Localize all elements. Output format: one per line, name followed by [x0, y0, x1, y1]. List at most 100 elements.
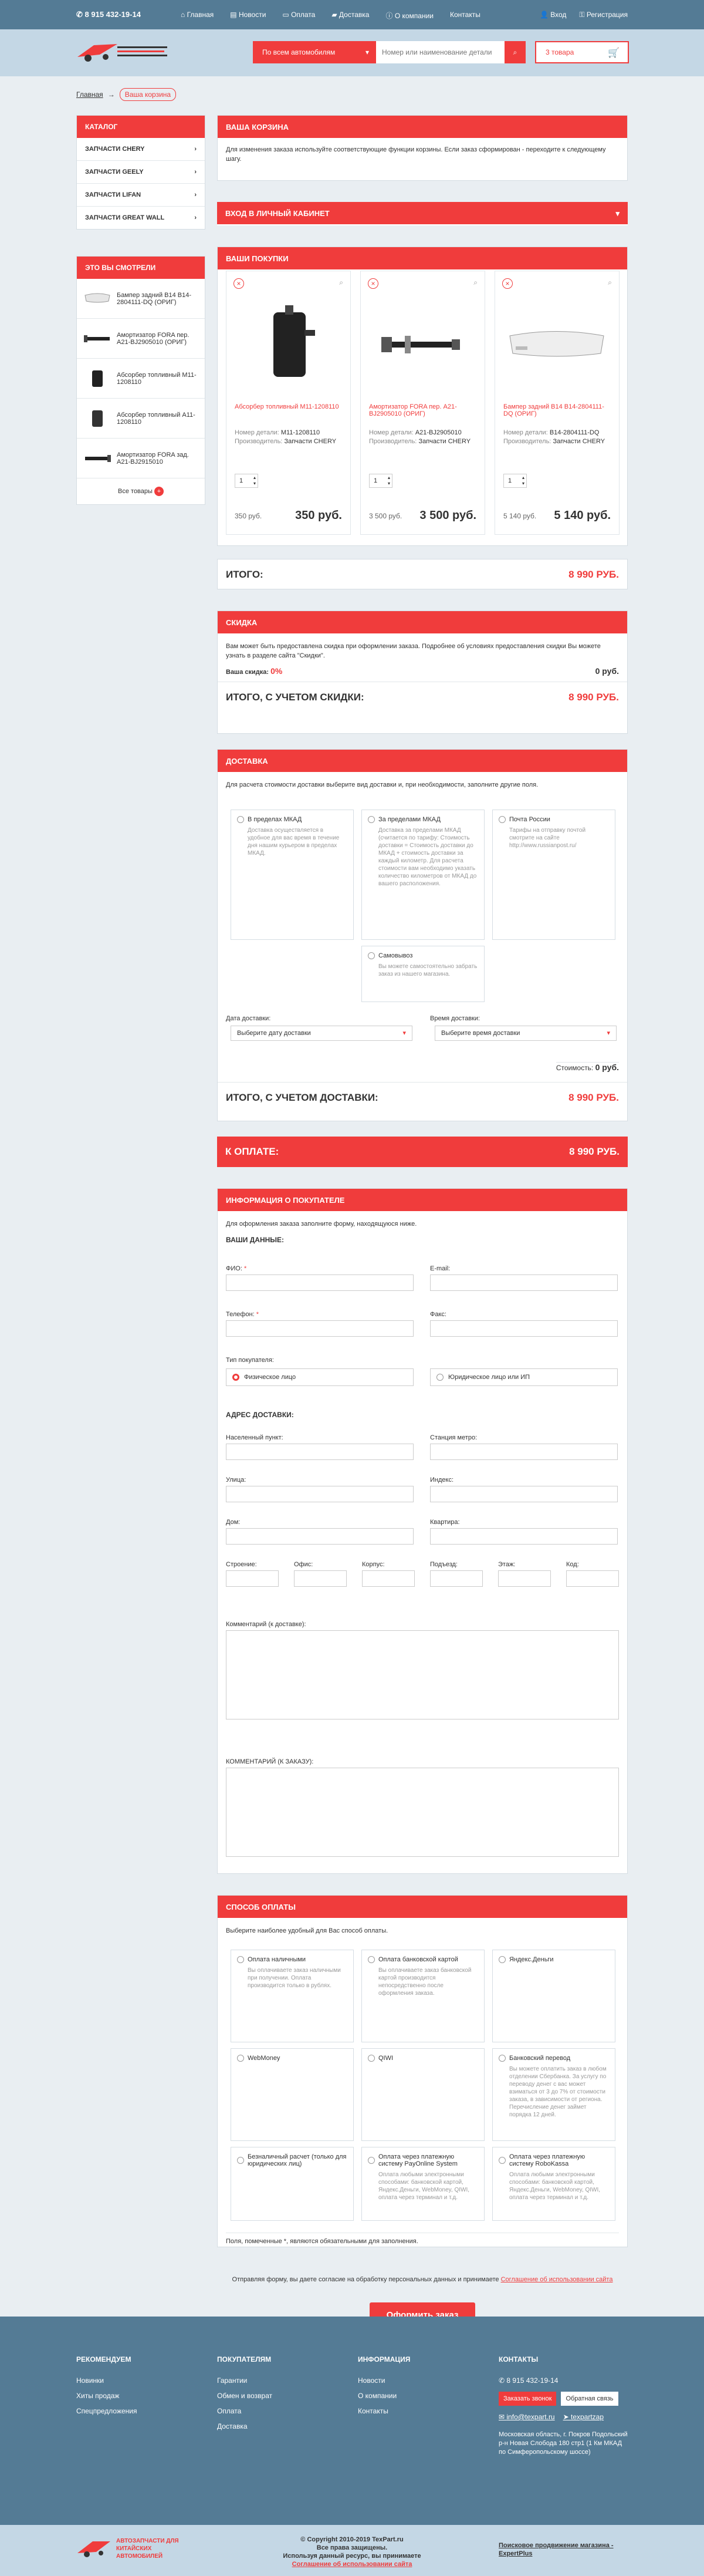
payment-option-webmoney[interactable]: WebMoney: [231, 2048, 354, 2141]
footer-link[interactable]: Новинки: [76, 2373, 137, 2388]
radio-button[interactable]: [237, 2157, 244, 2164]
product-name[interactable]: Амортизатор FORA пер. A21-BJ2905010 (ОРИ…: [369, 403, 475, 417]
viewed-item[interactable]: Абсорбер топливный A11-1208110: [77, 399, 205, 439]
sidebar-item-chery[interactable]: ЗАПЧАСТИ CHERY ›: [77, 138, 205, 161]
footer-link[interactable]: Гарантии: [217, 2373, 272, 2388]
buyer-type-legal[interactable]: Юридическое лицо или ИП: [430, 1368, 618, 1386]
logo[interactable]: [76, 39, 170, 65]
date-select[interactable]: Выберите дату доставки ▾: [231, 1026, 412, 1041]
footer-logo[interactable]: АВТОЗАПЧАСТИ ДЛЯ КИТАЙСКИХ АВТОМОБИЛЕЙ: [76, 2537, 198, 2560]
footer-link[interactable]: Обмен и возврат: [217, 2388, 272, 2403]
footer-link[interactable]: Новости: [358, 2373, 410, 2388]
login-link[interactable]: 👤 Вход: [540, 11, 566, 19]
delivery-option-post[interactable]: Почта России Тарифы на отправку почтой см…: [492, 810, 615, 940]
radio-button[interactable]: [499, 1956, 506, 1963]
radio-button[interactable]: [368, 2157, 375, 2164]
footer-agree-link[interactable]: Соглашение об использовании сайта: [246, 2560, 458, 2568]
cart-button[interactable]: 3 товара 🛒: [535, 41, 629, 63]
nav-news[interactable]: ▤ Новости: [230, 11, 266, 21]
comment-delivery-textarea[interactable]: [226, 1630, 619, 1719]
radio-button[interactable]: [436, 1374, 444, 1381]
radio-button-selected[interactable]: [232, 1374, 239, 1381]
footer-phone[interactable]: ✆ 8 915 432-19-14: [499, 2373, 628, 2388]
radio-button[interactable]: [499, 2055, 506, 2062]
footer-email[interactable]: ✉ info@texpart.ru: [499, 2409, 555, 2425]
entrance-input[interactable]: [430, 1570, 483, 1587]
remove-icon[interactable]: ×: [233, 278, 244, 289]
radio-button[interactable]: [237, 1956, 244, 1963]
building-input[interactable]: [226, 1570, 279, 1587]
call-me-button[interactable]: Заказать звонок: [499, 2392, 557, 2406]
radio-button[interactable]: [368, 2055, 375, 2062]
viewed-item[interactable]: Абсорбер топливный M11-1208110: [77, 359, 205, 399]
sidebar-item-greatwall[interactable]: ЗАПЧАСТИ GREAT WALL ›: [77, 207, 205, 229]
nav-payment[interactable]: ▭ Оплата: [282, 11, 315, 21]
index-input[interactable]: [430, 1486, 618, 1502]
payment-option-card[interactable]: Оплата банковской картой Вы оплачиваете з…: [361, 1950, 485, 2042]
delivery-option-outside[interactable]: За пределами МКАД Доставка за пределами М…: [361, 810, 485, 940]
comment-order-textarea[interactable]: [226, 1768, 619, 1857]
phone-input[interactable]: [226, 1320, 414, 1337]
nav-home[interactable]: ⌂ Главная: [181, 11, 214, 21]
code-input[interactable]: [566, 1570, 619, 1587]
all-goods-link[interactable]: Все товары +: [77, 478, 205, 504]
nav-about[interactable]: ⓘ О компании: [385, 11, 434, 21]
remove-icon[interactable]: ×: [502, 278, 513, 289]
payment-option-yandex[interactable]: Яндекс.Деньги: [492, 1950, 615, 2042]
payment-option-qiwi[interactable]: QIWI: [361, 2048, 485, 2141]
stepper-arrows-icon[interactable]: ▴ ▾: [522, 475, 524, 487]
viewed-item[interactable]: Амортизатор FORA пер. A21-BJ2905010 (ОРИ…: [77, 319, 205, 359]
quantity-stepper[interactable]: 1 ▴ ▾: [369, 474, 392, 488]
quantity-stepper[interactable]: 1 ▴ ▾: [235, 474, 258, 488]
korpus-input[interactable]: [362, 1570, 415, 1587]
quantity-stepper[interactable]: 1 ▴ ▾: [503, 474, 527, 488]
fax-input[interactable]: [430, 1320, 618, 1337]
payment-option-cash[interactable]: Оплата наличными Вы оплачиваете заказ нал…: [231, 1950, 354, 2042]
payment-option-cashless[interactable]: Безналичный расчет (только для юридическ…: [231, 2147, 354, 2221]
radio-button[interactable]: [237, 2055, 244, 2062]
office-input[interactable]: [294, 1570, 347, 1587]
zoom-icon[interactable]: ⌕: [608, 278, 612, 287]
city-input[interactable]: [226, 1444, 414, 1460]
product-image[interactable]: [370, 295, 475, 395]
sidebar-item-lifan[interactable]: ЗАПЧАСТИ LIFAN ›: [77, 184, 205, 207]
email-input[interactable]: [430, 1274, 618, 1291]
radio-button[interactable]: [368, 1956, 375, 1963]
product-image[interactable]: [235, 295, 341, 395]
stepper-arrows-icon[interactable]: ▴ ▾: [388, 475, 390, 487]
cabinet-panel[interactable]: ВХОД В ЛИЧНЫЙ КАБИНЕТ ▾: [217, 202, 628, 225]
radio-button[interactable]: [237, 816, 244, 823]
consent-link[interactable]: Соглашение об использовании сайта: [501, 2276, 613, 2283]
payment-option-payonline[interactable]: Оплата через платежную систему PayOnline…: [361, 2147, 485, 2221]
delivery-option-mkad[interactable]: В пределах МКАД Доставка осуществляется в…: [231, 810, 354, 940]
zoom-icon[interactable]: ⌕: [339, 278, 343, 287]
footer-link[interactable]: О компании: [358, 2388, 410, 2403]
radio-button[interactable]: [499, 816, 506, 823]
footer-telegram[interactable]: ➤ texpartzap: [563, 2409, 604, 2425]
floor-input[interactable]: [498, 1570, 551, 1587]
product-name[interactable]: Бампер задний B14 B14-2804111-DQ (ОРИГ): [503, 403, 609, 417]
radio-button[interactable]: [368, 952, 375, 959]
metro-input[interactable]: [430, 1444, 618, 1460]
footer-link[interactable]: Спецпредложения: [76, 2403, 137, 2419]
remove-icon[interactable]: ×: [368, 278, 378, 289]
street-input[interactable]: [226, 1486, 414, 1502]
product-name[interactable]: Абсорбер топливный M11-1208110: [235, 403, 340, 410]
breadcrumb-home[interactable]: Главная: [76, 90, 103, 99]
time-select[interactable]: Выберите время доставки ▾: [435, 1026, 617, 1041]
footer-link[interactable]: Оплата: [217, 2403, 272, 2419]
feedback-button[interactable]: Обратная связь: [561, 2392, 618, 2406]
top-phone[interactable]: ✆ 8 915 432-19-14: [76, 10, 141, 19]
radio-button[interactable]: [499, 2157, 506, 2164]
search-category-select[interactable]: По всем автомобилям ▾: [253, 41, 376, 63]
register-link[interactable]: ⚿ Регистрация: [579, 11, 628, 19]
footer-link[interactable]: Хиты продаж: [76, 2388, 137, 2403]
sidebar-item-geely[interactable]: ЗАПЧАСТИ GEELY ›: [77, 161, 205, 184]
payment-option-bank[interactable]: Банковский перевод Вы можете оплатить зак…: [492, 2048, 615, 2141]
footer-link[interactable]: Контакты: [358, 2403, 410, 2419]
zoom-icon[interactable]: ⌕: [473, 278, 478, 287]
viewed-item[interactable]: Амортизатор FORA зад. A21-BJ2915010: [77, 439, 205, 478]
radio-button[interactable]: [368, 816, 375, 823]
house-input[interactable]: [226, 1528, 414, 1545]
viewed-item[interactable]: Бампер задний B14 B14-2804111-DQ (ОРИГ): [77, 279, 205, 319]
